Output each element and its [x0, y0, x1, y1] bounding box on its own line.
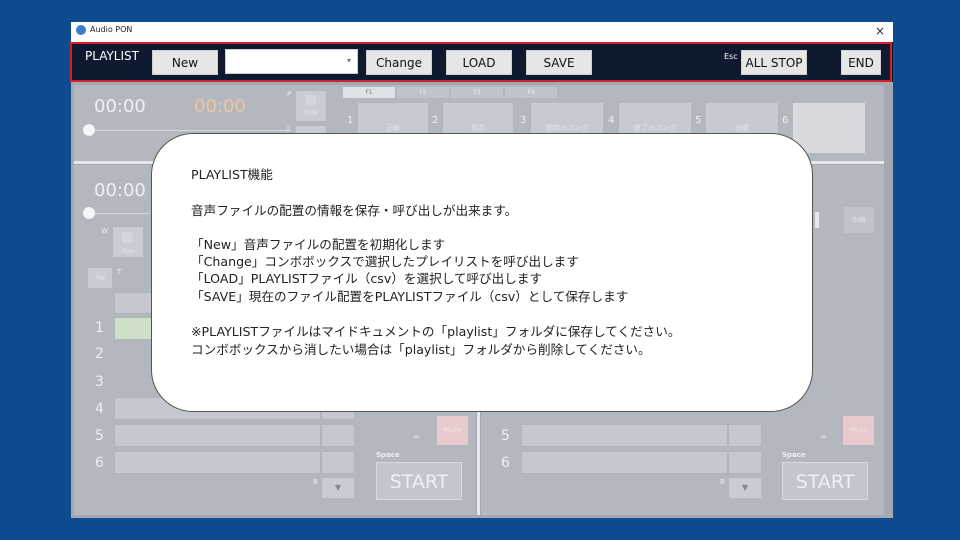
stop-square-icon	[306, 95, 316, 105]
top-seek-knob[interactable]	[83, 124, 95, 136]
slot-number: 1	[347, 115, 354, 126]
window-title: Audio PON	[90, 25, 133, 34]
list-item-duration	[728, 451, 762, 474]
row-number: 5	[95, 428, 104, 444]
tab-f2[interactable]: F2	[397, 87, 449, 98]
playlist-help-callout: PLAYLIST機能 音声ファイルの配置の情報を保存・呼び出しが出来ます。 「N…	[151, 133, 813, 412]
top-button[interactable]: Top	[88, 268, 112, 288]
b-label: B	[720, 478, 725, 486]
callout-note-2: コンボボックスから消したい場合は「playlist」フォルダから削除してください…	[191, 342, 651, 357]
l-label: L	[287, 125, 291, 133]
slot-number: 4	[608, 115, 615, 126]
list-item[interactable]	[521, 424, 728, 447]
stop-label: Stop	[121, 248, 135, 255]
scroll-down-button[interactable]: ▼	[322, 478, 354, 498]
space-shortcut-label: Space	[782, 451, 806, 459]
callout-title: PLAYLIST機能	[191, 167, 273, 182]
b-label: B	[313, 478, 318, 486]
scroll-down-button[interactable]: ▼	[729, 478, 761, 498]
title-bar	[71, 22, 893, 42]
list-item-duration	[728, 424, 762, 447]
t-label: T	[117, 268, 122, 276]
gain-reset-button[interactable]: 0dB	[844, 207, 874, 233]
slot-button-6[interactable]	[793, 103, 865, 153]
slot-number: 3	[520, 115, 527, 126]
row-number: 4	[95, 401, 104, 417]
top-time-current: 00:00	[94, 96, 146, 117]
row-number: 6	[501, 455, 510, 471]
left-start-button[interactable]: START	[376, 462, 462, 500]
list-item-duration	[321, 424, 355, 447]
row-number: 5	[501, 428, 510, 444]
tab-f4[interactable]: F4	[505, 87, 557, 98]
list-item-duration	[321, 451, 355, 474]
slot-number: 2	[432, 115, 439, 126]
stop-square-icon	[122, 232, 133, 243]
row-number: 2	[95, 346, 104, 362]
left-seek-knob[interactable]	[83, 207, 95, 219]
w-label: W	[101, 227, 108, 235]
left-mute-button[interactable]: Mute	[437, 416, 468, 445]
p-label: P	[287, 90, 292, 98]
space-shortcut-label: Space	[376, 451, 400, 459]
callout-line-load: 「LOAD」PLAYLISTファイル（csv）を選択して呼び出します	[191, 271, 543, 286]
callout-line-change: 「Change」コンボボックスで選択したプレイリストを呼び出します	[191, 254, 579, 269]
list-item[interactable]	[114, 451, 321, 474]
list-item[interactable]	[521, 451, 728, 474]
tab-f3[interactable]: F3	[451, 87, 503, 98]
callout-line-new: 「New」音声ファイルの配置を初期化します	[191, 237, 446, 252]
right-volume-knob[interactable]	[815, 212, 819, 228]
row-number: 3	[95, 374, 104, 390]
slot-number: 6	[782, 115, 789, 126]
callout-note-1: ※PLAYLISTファイルはマイドキュメントの「playlist」フォルダに保存…	[191, 324, 681, 339]
callout-line-save: 「SAVE」現在のファイル配置をPLAYLISTファイル（csv）として保存しま…	[191, 289, 629, 304]
volume-tick: =	[820, 432, 827, 441]
app-logo-icon	[76, 25, 86, 35]
slot-number: 5	[695, 115, 702, 126]
list-item[interactable]	[114, 424, 321, 447]
stop-label: Stop	[304, 109, 318, 116]
top-seek-track	[90, 130, 290, 131]
close-icon[interactable]: ×	[873, 24, 887, 38]
right-mute-button[interactable]: Mute	[843, 416, 874, 445]
tab-f1[interactable]: F1	[343, 87, 395, 98]
callout-intro: 音声ファイルの配置の情報を保存・呼び出しが出来ます。	[191, 203, 518, 218]
row-number: 6	[95, 455, 104, 471]
left-seek-track	[90, 213, 150, 214]
left-time-current: 00:00	[94, 180, 146, 201]
top-time-remaining: 00:00	[194, 96, 246, 117]
row-number: 1	[95, 320, 104, 336]
toolbar-highlight-frame	[70, 42, 892, 82]
right-start-button[interactable]: START	[782, 462, 868, 500]
list-item-selected[interactable]	[114, 317, 154, 340]
volume-tick: =	[413, 432, 420, 441]
